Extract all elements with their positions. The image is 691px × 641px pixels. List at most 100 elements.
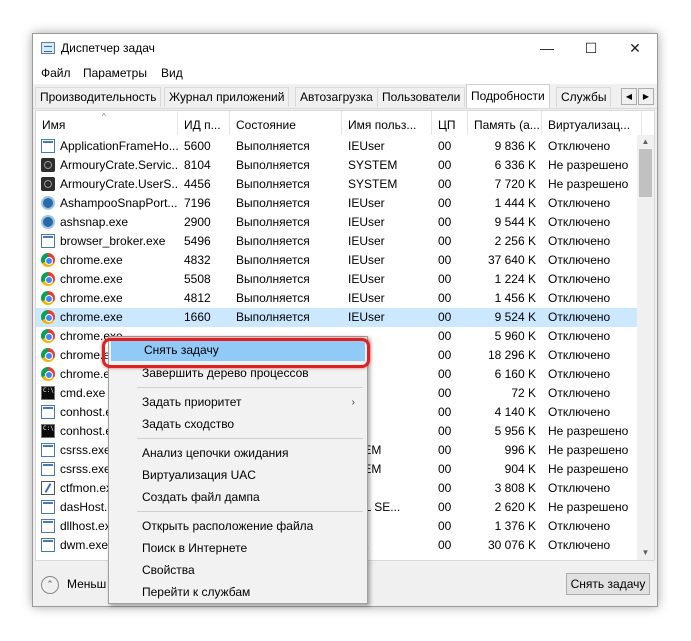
table-row[interactable]: browser_broker.exe 5496 Выполняется IEUser 0… (36, 232, 641, 251)
vertical-scrollbar[interactable]: ▲ ▼ (637, 135, 654, 560)
ctx-end-task[interactable]: Снять задачу (111, 340, 365, 361)
menu-options[interactable]: Параметры (83, 66, 147, 80)
cell-name: chrome.exe (60, 253, 123, 267)
minimize-button[interactable]: — (525, 34, 569, 62)
tab-users[interactable]: Пользователи (377, 87, 466, 107)
cell-pid: 4832 (184, 253, 211, 267)
close-button[interactable]: ✕ (613, 34, 657, 62)
window-title: Диспетчер задач (61, 41, 155, 55)
cell-virt: Отключено (548, 253, 611, 267)
tab-startup[interactable]: Автозагрузка (295, 87, 378, 107)
table-row[interactable]: ArmouryCrate.UserS... 4456 Выполняется SYST… (36, 175, 641, 194)
table-row[interactable]: chrome.exe 4812 Выполняется IEUser 00 1 456 K… (36, 289, 641, 308)
cell-cpu: 00 (438, 367, 452, 381)
cell-status: Выполняется (236, 215, 310, 229)
ctf-icon (41, 481, 55, 495)
scroll-down-icon[interactable]: ▼ (637, 546, 654, 560)
cell-virt: Не разрешено (548, 500, 629, 514)
title-bar: Диспетчер задач — ☐ ✕ (33, 34, 657, 62)
chrome-icon (41, 310, 55, 324)
ctx-go-to-services[interactable]: Перейти к службам (109, 582, 367, 603)
cell-virt: Отключено (548, 367, 611, 381)
menu-file[interactable]: Файл (41, 66, 71, 80)
fewer-details-link[interactable]: Меньш (67, 577, 106, 591)
cell-mem: 6 336 K (494, 158, 536, 172)
column-status[interactable]: Состояние (230, 111, 342, 135)
table-row[interactable]: ashsnap.exe 2900 Выполняется IEUser 00 9 544 … (36, 213, 641, 232)
ctx-properties[interactable]: Свойства (109, 560, 367, 581)
ctx-set-affinity[interactable]: Задать сходство (109, 414, 367, 435)
column-username[interactable]: Имя польз... (342, 111, 432, 135)
cell-virt: Отключено (548, 215, 611, 229)
cell-virt: Отключено (548, 481, 611, 495)
cell-virt: Не разрешено (548, 424, 629, 438)
cell-user: IEUser (348, 215, 385, 229)
cell-name: AshampooSnapPort... (60, 196, 178, 210)
cell-cpu: 00 (438, 253, 452, 267)
cell-user: IEUser (348, 139, 385, 153)
maximize-button[interactable]: ☐ (569, 34, 613, 62)
app-icon (41, 443, 55, 457)
tab-scroll-left-icon[interactable]: ◀ (621, 88, 637, 105)
ctx-set-priority[interactable]: Задать приоритет › (109, 392, 367, 413)
table-header: ^ Имя ИД п... Состояние Имя польз... ЦП … (36, 111, 646, 135)
cell-virt: Отключено (548, 348, 611, 362)
tab-services[interactable]: Службы (556, 87, 612, 107)
scroll-up-icon[interactable]: ▲ (637, 135, 654, 149)
cell-user: IEUser (348, 234, 385, 248)
chrome-icon (41, 367, 55, 381)
menu-view[interactable]: Вид (161, 66, 183, 80)
column-memory[interactable]: Память (а... (468, 111, 542, 135)
cell-status: Выполняется (236, 272, 310, 286)
table-row[interactable]: AshampooSnapPort... 7196 Выполняется IEUser… (36, 194, 641, 213)
app-icon (41, 234, 55, 248)
cell-user: IEUser (348, 253, 385, 267)
column-virtualization[interactable]: Виртуализац... (542, 111, 642, 135)
app-icon (41, 405, 55, 419)
column-name[interactable]: Имя (36, 111, 178, 135)
table-row[interactable]: chrome.exe 1660 Выполняется IEUser 00 9 524 K… (36, 308, 641, 327)
ctx-open-file-location[interactable]: Открыть расположение файла (109, 516, 367, 537)
tab-performance[interactable]: Производительность (35, 87, 162, 107)
cell-cpu: 00 (438, 538, 452, 552)
table-row[interactable]: ArmouryCrate.Servic... 8104 Выполняется SYS… (36, 156, 641, 175)
ctx-search-online[interactable]: Поиск в Интернете (109, 538, 367, 559)
ctx-analyze-wait-chain[interactable]: Анализ цепочки ожидания (109, 443, 367, 464)
cell-mem: 9 544 K (494, 215, 536, 229)
cell-pid: 2900 (184, 215, 211, 229)
cell-user: IEUser (348, 291, 385, 305)
cell-mem: 7 720 K (494, 177, 536, 191)
cell-cpu: 00 (438, 158, 452, 172)
ctx-create-dump-file[interactable]: Создать файл дампа (109, 487, 367, 508)
cell-name: ArmouryCrate.UserS... (60, 177, 178, 191)
cell-pid: 4812 (184, 291, 211, 305)
cell-cpu: 00 (438, 348, 452, 362)
cell-cpu: 00 (438, 310, 452, 324)
cell-cpu: 00 (438, 272, 452, 286)
cell-cpu: 00 (438, 177, 452, 191)
ctx-end-process-tree[interactable]: Завершить дерево процессов (109, 363, 367, 384)
table-row[interactable]: chrome.exe 5508 Выполняется IEUser 00 1 224 K… (36, 270, 641, 289)
tab-app-history[interactable]: Журнал приложений (164, 87, 290, 107)
ctx-uac-virtualization[interactable]: Виртуализация UAC (109, 465, 367, 486)
cmd-icon (41, 386, 55, 400)
cell-mem: 9 524 K (494, 310, 536, 324)
cell-status: Выполняется (236, 253, 310, 267)
cell-mem: 2 256 K (494, 234, 536, 248)
column-pid[interactable]: ИД п... (178, 111, 230, 135)
column-cpu[interactable]: ЦП (432, 111, 468, 135)
cell-mem: 5 956 K (494, 424, 536, 438)
table-row[interactable]: ApplicationFrameHo... 5600 Выполняется IEUs… (36, 137, 641, 156)
cell-virt: Отключено (548, 538, 611, 552)
tab-details[interactable]: Подробности (466, 84, 550, 108)
cell-name: ArmouryCrate.Servic... (60, 158, 178, 172)
app-icon (41, 462, 55, 476)
table-row[interactable]: chrome.exe 4832 Выполняется IEUser 00 37 640 … (36, 251, 641, 270)
end-task-button[interactable]: Снять задачу (566, 573, 650, 595)
tab-scroll-right-icon[interactable]: ▶ (638, 88, 654, 105)
ctx-separator (137, 387, 363, 388)
cell-virt: Отключено (548, 519, 611, 533)
cell-status: Выполняется (236, 177, 310, 191)
scroll-thumb[interactable] (639, 149, 652, 197)
fewer-details-icon[interactable]: ⌃ (41, 576, 59, 594)
